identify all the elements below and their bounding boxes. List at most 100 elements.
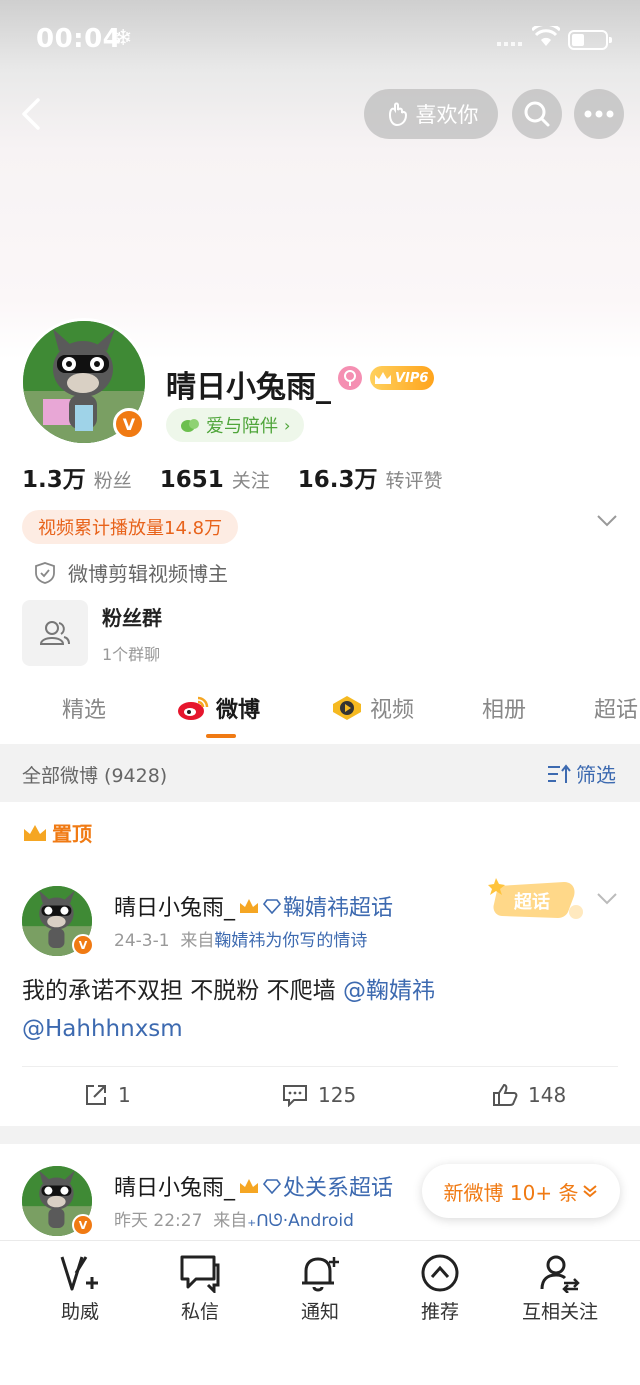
thumbs-up-icon xyxy=(493,1083,518,1106)
nav-label: 私信 xyxy=(180,1301,219,1323)
mutual-follow-icon xyxy=(540,1255,580,1293)
supertopic-link[interactable]: 鞠婧祎超话 xyxy=(283,890,393,922)
status-time: 00:04 xyxy=(36,24,122,54)
female-gender-icon xyxy=(338,366,362,390)
post-separator xyxy=(0,1126,640,1144)
diamond-icon xyxy=(263,1179,282,1194)
verification-text: 微博剪辑视频博主 xyxy=(68,562,228,586)
profile-name: 晴日小兔雨_ xyxy=(166,370,331,405)
badge-text: 超话 xyxy=(514,891,550,913)
tag-label: 爱与陪伴 xyxy=(206,416,278,437)
nav-label: 助威 xyxy=(60,1301,99,1323)
more-button[interactable] xyxy=(574,89,624,139)
search-button[interactable] xyxy=(512,89,562,139)
tab-supertopic[interactable]: 超话 xyxy=(594,688,638,728)
stat-label: 粉丝 xyxy=(93,470,132,492)
nav-label: 通知 xyxy=(300,1301,339,1323)
post-source[interactable]: 鞠婧祎为你写的情诗 xyxy=(214,931,367,951)
post-text: 我的承诺不双担 不脱粉 不爬墙 xyxy=(22,978,343,1004)
recommend-up-icon xyxy=(421,1254,459,1292)
new-posts-label: 新微博 10+ 条 xyxy=(443,1180,579,1205)
profile-stats: 1.3万 粉丝 1651 关注 16.3万 转评赞 xyxy=(22,460,471,494)
stat-label: 转评赞 xyxy=(385,470,443,492)
cloud-leaf-icon xyxy=(181,419,199,432)
like-you-button[interactable]: 喜欢你 xyxy=(364,89,498,139)
post-author-row: 晴日小兔雨_ 鞠婧祎超话 xyxy=(114,890,393,922)
chevron-down-icon[interactable] xyxy=(596,892,618,906)
status-bar: 00:04 ❄ xyxy=(0,0,640,80)
stat-number: 1651 xyxy=(159,467,224,493)
crown-icon xyxy=(24,824,46,841)
cheer-v-plus-icon xyxy=(60,1256,98,1291)
double-chevron-down-icon xyxy=(583,1185,598,1198)
tab-featured[interactable]: 精选 xyxy=(62,688,106,728)
share-icon xyxy=(86,1085,106,1105)
post-author-row: 晴日小兔雨_ 处关系超话 xyxy=(114,1170,393,1202)
feed-header: 全部微博 (9428) 筛选 xyxy=(0,744,640,802)
stat-followers[interactable]: 1.3万 粉丝 xyxy=(22,460,132,494)
stat-number: 16.3万 xyxy=(297,467,378,493)
nav-label: 互相关注 xyxy=(521,1301,598,1323)
nav-mutual-follow[interactable]: 互相关注 xyxy=(500,1253,620,1324)
comment-count: 125 xyxy=(318,1083,357,1107)
comment-icon xyxy=(283,1085,307,1107)
filter-label: 筛选 xyxy=(576,763,616,787)
pinned-label-row: 置顶 xyxy=(22,818,92,847)
mention-link[interactable]: @鞠婧祎 xyxy=(343,978,435,1004)
search-icon xyxy=(524,101,550,127)
verified-badge-icon: V xyxy=(72,1214,94,1236)
chevron-right-icon: › xyxy=(284,415,291,435)
chevron-down-icon[interactable] xyxy=(596,514,618,528)
hand-heart-icon xyxy=(388,102,407,127)
post-source[interactable]: ₊ᑎᘎ·Android xyxy=(247,1211,354,1231)
supertopic-link[interactable]: 处关系超话 xyxy=(283,1170,393,1202)
post-date: 24-3-1 xyxy=(114,931,170,951)
tab-label: 相册 xyxy=(482,698,527,723)
weibo-logo-icon xyxy=(178,696,209,720)
back-arrow-icon[interactable] xyxy=(14,92,54,136)
video-play-icon xyxy=(333,696,361,720)
repost-button[interactable]: 1 xyxy=(84,1083,131,1107)
post-author-name[interactable]: 晴日小兔雨_ xyxy=(114,890,235,922)
fan-group-entry[interactable]: 粉丝群 1个群聊 xyxy=(22,600,162,666)
chat-bubble-icon xyxy=(180,1255,220,1293)
tab-label: 视频 xyxy=(370,698,415,723)
love-companion-tag[interactable]: 爱与陪伴 › xyxy=(166,408,305,442)
supertopic-badge-icon: 超话 xyxy=(488,878,583,919)
crown-icon xyxy=(240,899,259,913)
new-posts-button[interactable]: 新微博 10+ 条 xyxy=(422,1164,620,1218)
verification-row: 微博剪辑视频博主 xyxy=(34,558,228,587)
nav-label: 推荐 xyxy=(420,1301,459,1323)
crown-icon xyxy=(375,372,391,384)
comment-button[interactable]: 125 xyxy=(282,1083,356,1107)
vip-label: VIP6 xyxy=(395,370,429,386)
filter-icon xyxy=(548,763,571,783)
bell-plus-icon xyxy=(302,1257,339,1292)
group-icon-box xyxy=(22,600,88,666)
tab-weibo[interactable]: 微博 xyxy=(176,688,260,728)
post-author-name[interactable]: 晴日小兔雨_ xyxy=(114,1170,235,1202)
active-tab-indicator xyxy=(206,734,236,738)
mention-link[interactable]: @Hahhhnxsm xyxy=(22,1016,183,1042)
vip-badge[interactable]: VIP6 xyxy=(370,366,435,390)
post-meta: 昨天 22:27 来自₊ᑎᘎ·Android xyxy=(114,1206,354,1231)
profile-tabs: 精选 微博 视频 相册 超话 xyxy=(0,688,640,742)
nav-messages[interactable]: 私信 xyxy=(140,1253,260,1324)
nav-cheer[interactable]: 助威 xyxy=(20,1253,140,1324)
nav-recommend[interactable]: 推荐 xyxy=(380,1253,500,1324)
repost-count: 1 xyxy=(118,1083,131,1107)
like-button[interactable]: 148 xyxy=(492,1083,566,1107)
video-plays-pill[interactable]: 视频累计播放量14.8万 xyxy=(22,510,239,544)
more-dots-icon xyxy=(584,110,614,118)
tab-videos[interactable]: 视频 xyxy=(332,688,414,728)
post-from-prefix: 来自 xyxy=(180,931,215,951)
tab-album[interactable]: 相册 xyxy=(482,688,526,728)
filter-button[interactable]: 筛选 xyxy=(546,759,616,788)
signal-icon xyxy=(497,42,523,46)
pinned-label: 置顶 xyxy=(52,822,92,846)
stat-interactions[interactable]: 16.3万 转评赞 xyxy=(298,460,443,494)
stat-following[interactable]: 1651 关注 xyxy=(160,466,270,493)
nav-notify[interactable]: 通知 xyxy=(260,1253,380,1324)
like-you-label: 喜欢你 xyxy=(415,103,479,127)
fan-group-title: 粉丝群 xyxy=(102,605,162,630)
